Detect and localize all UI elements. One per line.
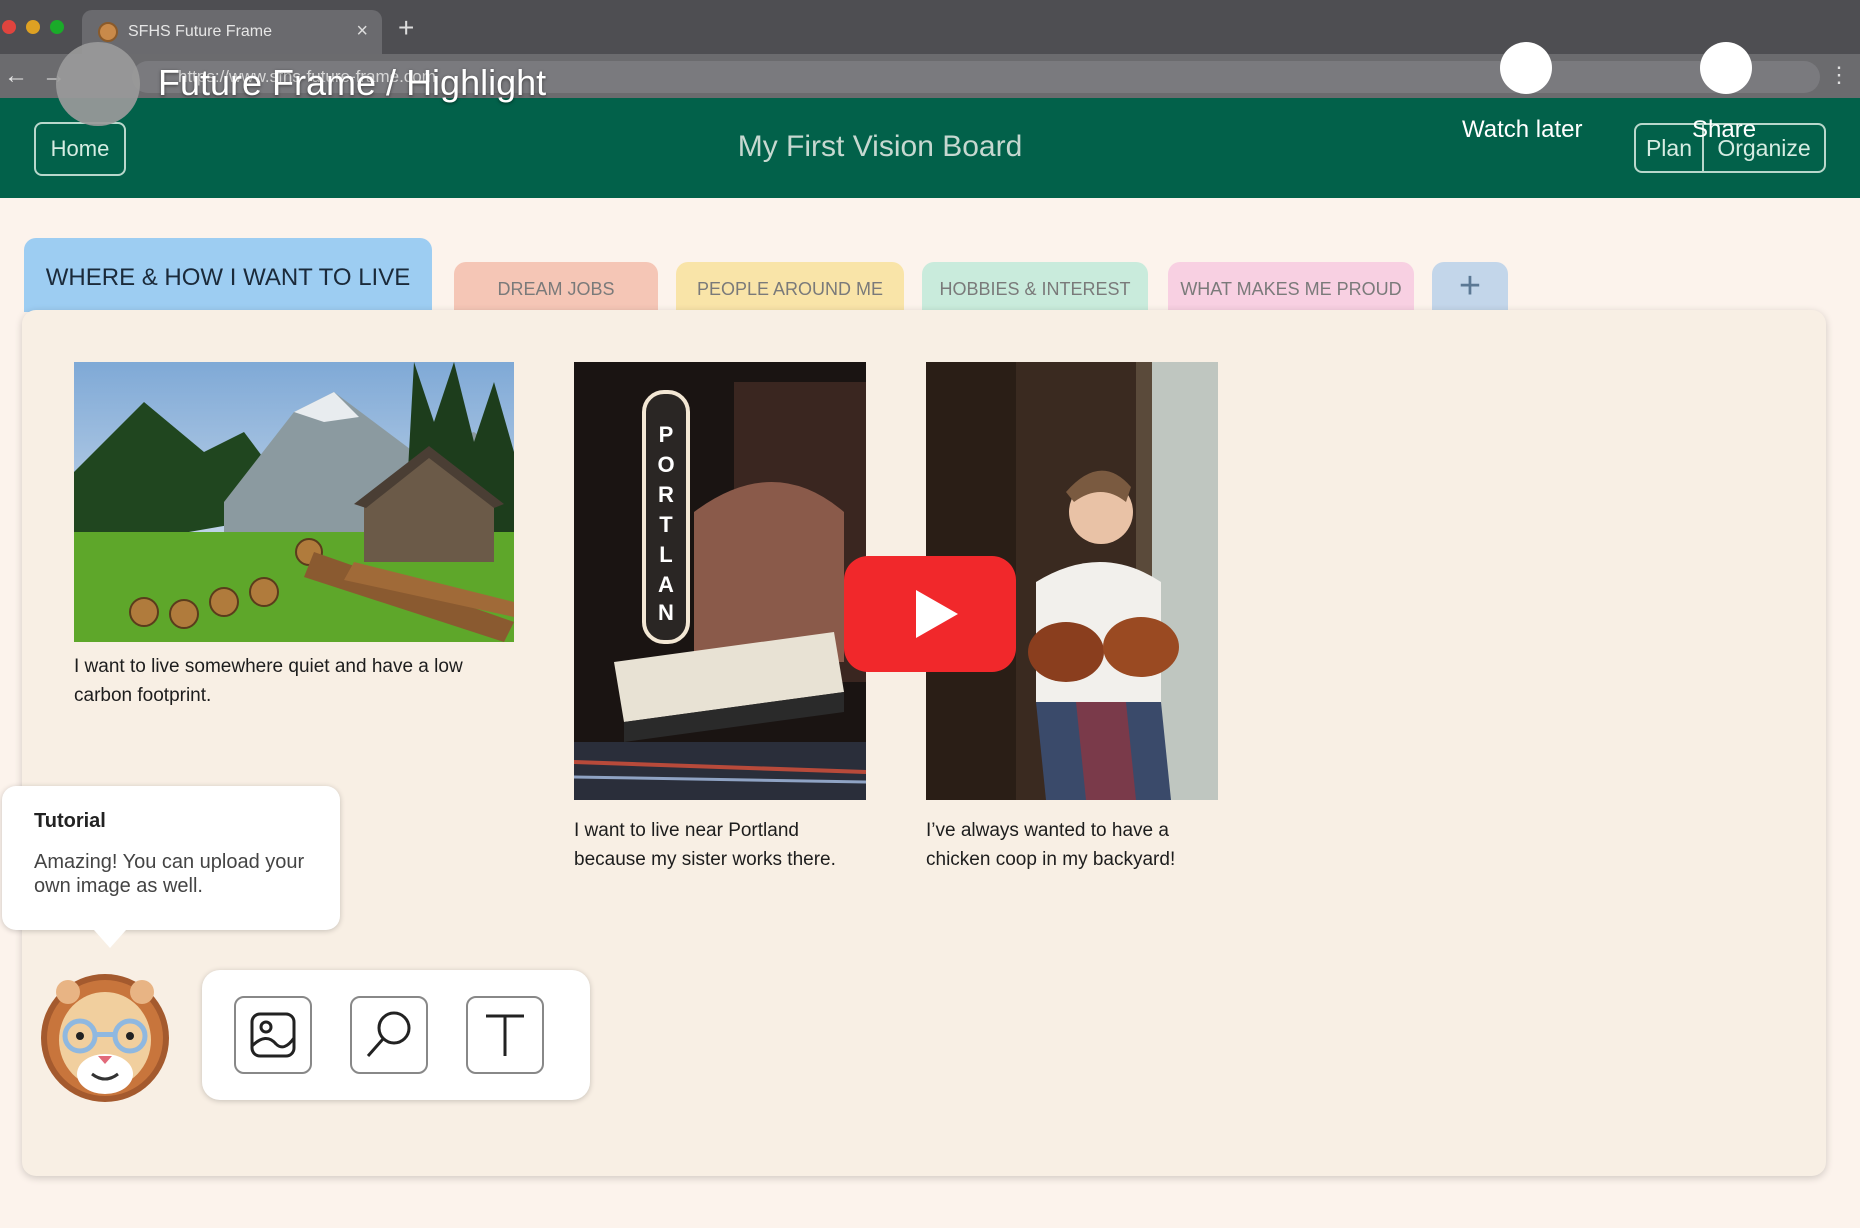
svg-text:N: N [658,600,674,625]
svg-text:T: T [659,512,673,537]
browser-tab-bar: SFHS Future Frame × + [0,0,1860,54]
close-window-icon[interactable] [2,20,16,34]
youtube-play-button[interactable] [844,556,1016,672]
card-caption: I’ve always wanted to have a chicken coo… [926,820,1176,870]
browser-menu-icon[interactable]: ⋮ [1828,62,1850,88]
lion-mascot-avatar[interactable] [38,966,172,1108]
search-image-button[interactable] [350,996,428,1074]
browser-tab[interactable]: SFHS Future Frame × [82,10,382,54]
channel-avatar[interactable] [56,42,140,126]
svg-text:P: P [659,422,674,447]
svg-text:O: O [657,452,674,477]
video-title[interactable]: Future Frame / Highlight [158,62,546,104]
back-button[interactable]: ← [4,62,28,90]
tutorial-body: Amazing! You can upload your own image a… [34,851,305,897]
portland-theater-sign-photo[interactable]: P O R T L A N [574,362,866,800]
tab-hobbies-interest[interactable]: HOBBIES & INTEREST [922,262,1148,312]
tutorial-title: Tutorial [34,810,106,832]
new-tab-button[interactable]: + [398,12,414,44]
watch-later-icon[interactable] [1500,42,1552,94]
tab-dream-jobs[interactable]: DREAM JOBS [454,262,658,312]
tab-where-how-live[interactable]: WHERE & HOW I WANT TO LIVE [24,238,432,312]
add-tab-button[interactable]: + [1432,262,1508,312]
add-text-button[interactable] [466,996,544,1074]
share-label[interactable]: Share [1692,116,1756,144]
minimize-window-icon[interactable] [26,20,40,34]
tab-what-makes-me-proud[interactable]: WHAT MAKES ME PROUD [1168,262,1414,312]
tab-people-around-me[interactable]: PEOPLE AROUND ME [676,262,904,312]
share-icon[interactable] [1700,42,1752,94]
svg-text:R: R [658,482,674,507]
app-header: Home My First Vision Board Plan Organize [0,98,1860,198]
svg-text:A: A [658,572,674,597]
browser-tab-title: SFHS Future Frame [128,23,273,40]
upload-image-button[interactable] [234,996,312,1074]
card-caption: I want to live somewhere quiet and have … [74,656,463,706]
text-icon [486,1014,524,1056]
add-item-toolbox [202,970,590,1100]
maximize-window-icon[interactable] [50,20,64,34]
close-tab-icon[interactable]: × [356,20,368,43]
upload-image-icon [250,1012,296,1058]
site-favicon-icon [98,22,118,42]
card-caption: I want to live near Portland because my … [574,820,836,870]
svg-text:L: L [659,542,672,567]
watch-later-label[interactable]: Watch later [1462,116,1582,144]
mountain-cabin-photo[interactable] [74,362,514,642]
tutorial-tooltip: Tutorial Amazing! You can upload your ow… [2,786,340,948]
search-icon [366,1011,411,1057]
